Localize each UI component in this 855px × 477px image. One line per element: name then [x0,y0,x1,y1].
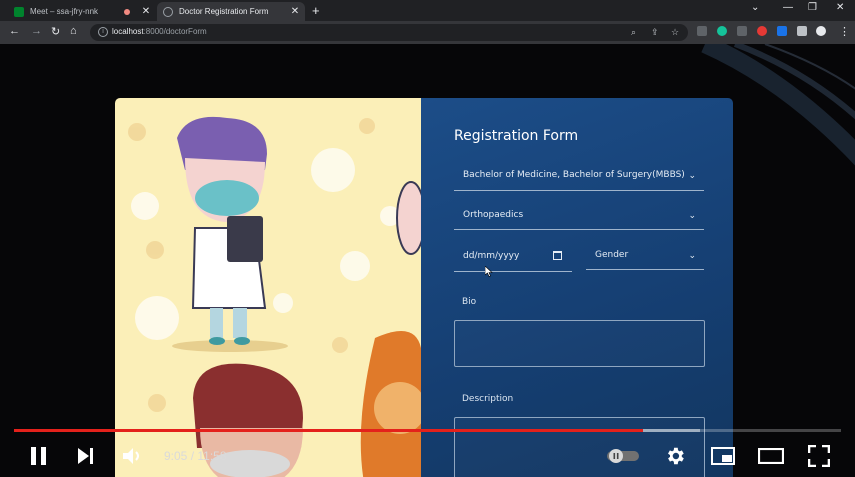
cartoon-doctors-image [128,116,421,477]
new-tab-button[interactable]: + [312,3,320,18]
minimize-button[interactable]: — [783,2,793,13]
tab-title: Doctor Registration Form [179,7,269,16]
gender-select[interactable]: Gender ⌄ [586,250,704,270]
tab-strip: Meet – ssa-jfry-nnk ✕ Doctor Registratio… [0,0,855,21]
bookmark-star-icon[interactable]: ☆ [671,27,679,38]
doctors-illustration [115,98,421,477]
grammarly-icon[interactable] [717,26,727,36]
zoom-icon[interactable]: ⌕ [631,27,636,38]
date-of-birth-input[interactable]: dd/mm/yyyy [454,251,572,272]
close-tab-icon[interactable]: ✕ [289,6,301,17]
next-video-icon[interactable] [76,446,96,466]
url-text: localhost:8000/doctorForm [112,27,207,36]
pause-icon[interactable] [29,445,49,467]
bio-label: Bio [462,297,477,307]
chevron-down-icon: ⌄ [688,171,696,181]
share-icon[interactable]: ⇪ [651,27,659,38]
site-info-icon[interactable]: i [98,27,108,37]
theater-mode-icon[interactable] [758,448,784,464]
date-placeholder: dd/mm/yyyy [463,251,520,261]
autoplay-toggle[interactable] [606,448,640,464]
puzzle-icon[interactable] [797,26,807,36]
back-icon[interactable]: ← [9,25,20,37]
registration-form: Registration Form Bachelor of Medicine, … [421,98,733,477]
qualification-select[interactable]: Bachelor of Medicine, Bachelor of Surger… [454,170,704,191]
close-tab-icon[interactable]: ✕ [140,6,152,17]
specialization-select[interactable]: Orthopaedics ⌄ [454,210,704,230]
address-bar[interactable]: i localhost:8000/doctorForm ⌕ ⇪ ☆ [90,24,688,41]
kebab-menu-icon[interactable]: ⋮ [839,25,850,38]
tab-doctor-registration[interactable]: Doctor Registration Form ✕ [157,2,305,21]
volume-icon[interactable] [121,446,145,466]
calendar-icon[interactable] [553,251,562,260]
profile-avatar[interactable] [816,26,826,36]
fullscreen-icon[interactable] [808,445,830,467]
home-icon[interactable]: ⌂ [70,25,77,37]
chevron-down-icon: ⌄ [688,251,696,261]
page-viewport: Registration Form Bachelor of Medicine, … [0,44,855,477]
description-label: Description [462,394,514,404]
tab-meet[interactable]: Meet – ssa-jfry-nnk ✕ [8,2,156,21]
bio-textarea[interactable] [454,320,705,367]
forward-icon[interactable]: → [31,25,42,37]
registration-card: Registration Form Bachelor of Medicine, … [115,98,733,477]
mouse-cursor-icon [485,266,493,277]
settings-gear-icon[interactable] [664,445,686,467]
form-title: Registration Form [454,128,579,144]
extension-icon[interactable] [757,26,767,36]
recording-indicator-icon [124,8,130,15]
extension-icon[interactable] [777,26,787,36]
qualification-value: Bachelor of Medicine, Bachelor of Surger… [463,170,685,180]
gender-value: Gender [595,250,629,260]
chevron-down-icon: ⌄ [688,211,696,221]
meet-icon [14,6,24,17]
globe-icon [163,6,173,17]
specialization-value: Orthopaedics [463,210,524,220]
close-window-button[interactable]: ✕ [836,2,844,13]
video-time: 9:05 / 11:58 [164,449,227,463]
tab-title: Meet – ssa-jfry-nnk [30,7,99,16]
miniplayer-icon[interactable] [711,447,735,465]
video-progress-bar[interactable] [14,429,841,432]
extension-icon[interactable] [737,26,747,36]
restore-button[interactable]: ❐ [808,2,817,13]
played-bar [14,429,643,432]
extension-icon[interactable] [697,26,707,36]
reload-icon[interactable]: ↻ [51,25,60,38]
tab-search-icon[interactable]: ⌄ [751,2,759,13]
